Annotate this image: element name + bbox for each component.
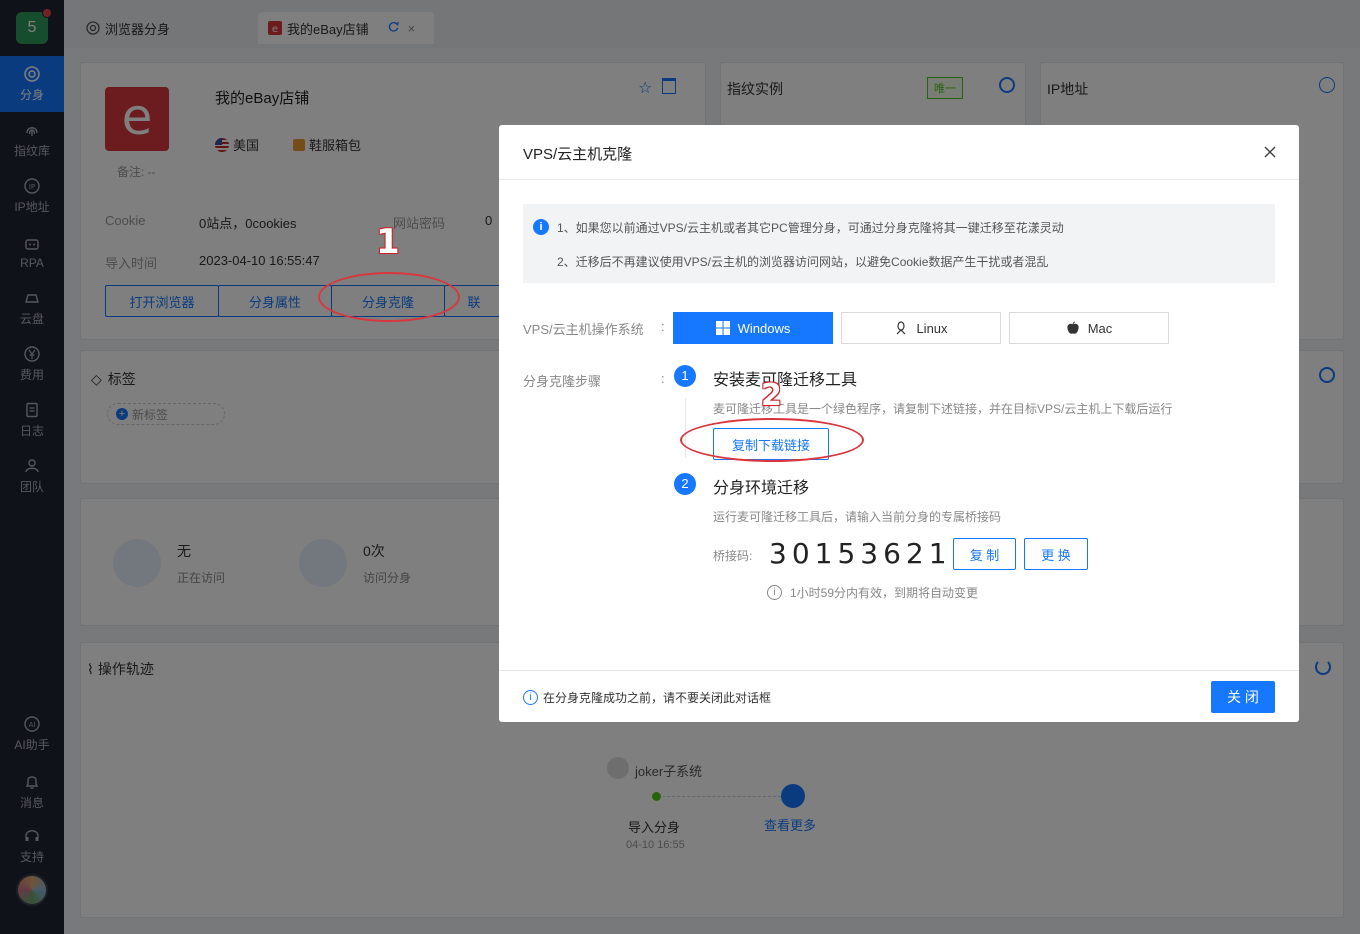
validity-note: i 1小时59分内有效，到期将自动变更 (767, 584, 978, 601)
vps-clone-dialog: VPS/云主机克隆 i 1、如果您以前通过VPS/云主机或者其它PC管理分身，可… (499, 125, 1299, 722)
info-box: i 1、如果您以前通过VPS/云主机或者其它PC管理分身，可通过分身克隆将其一键… (523, 204, 1275, 283)
step-2-desc: 运行麦可隆迁移工具后，请输入当前分身的专属桥接码 (713, 510, 1002, 524)
step-1-number: 1 (674, 365, 696, 387)
footer-note-text: 在分身克隆成功之前，请不要关闭此对话框 (543, 691, 772, 705)
apple-icon (1067, 321, 1079, 334)
dialog-title: VPS/云主机克隆 (523, 146, 633, 163)
annotation-ring-2 (680, 418, 864, 462)
step-line (685, 398, 686, 458)
change-bridge-code-button[interactable]: 更 换 (1024, 538, 1088, 570)
info-icon: i (533, 219, 549, 235)
button-label: 关 闭 (1227, 689, 1259, 705)
os-label-text: Mac (1087, 320, 1113, 336)
info-line-2: 2、迁移后不再建议使用VPS/云主机的浏览器访问网站，以避免Cookie数据产生… (557, 255, 1049, 269)
os-label-text: Windows (737, 320, 791, 336)
annotation-number-2: 2 (761, 378, 782, 413)
button-label: 复 制 (969, 547, 1000, 563)
copy-bridge-code-button[interactable]: 复 制 (953, 538, 1016, 570)
bridge-code-value: 30153621 (769, 537, 952, 570)
windows-icon (715, 321, 730, 335)
os-colon: : (661, 319, 665, 334)
step-2-number: 2 (674, 473, 696, 495)
dialog-footer: i 在分身克隆成功之前，请不要关闭此对话框 关 闭 (499, 670, 1299, 722)
dialog-header: VPS/云主机克隆 (499, 125, 1299, 180)
validity-text: 1小时59分内有效，到期将自动变更 (790, 586, 979, 600)
steps-colon: : (661, 371, 665, 386)
steps-label: 分身克隆步骤 (523, 374, 602, 389)
os-label: VPS/云主机操作系统 (523, 322, 644, 337)
button-label: 更 换 (1041, 547, 1071, 563)
os-mac-button[interactable]: Mac (1009, 312, 1169, 344)
linux-icon (897, 321, 906, 335)
os-label-text: Linux (916, 320, 948, 336)
step-2-title: 分身环境迁移 (713, 480, 810, 497)
os-windows-button[interactable]: Windows (673, 312, 833, 344)
close-icon[interactable] (1261, 143, 1279, 161)
info-line-1: 1、如果您以前通过VPS/云主机或者其它PC管理分身，可通过分身克隆将其一键迁移… (557, 221, 1064, 235)
info-circle-icon: i (767, 585, 782, 600)
annotation-number-1: 1 (376, 222, 400, 262)
close-dialog-button[interactable]: 关 闭 (1211, 681, 1275, 713)
bridge-code-label: 桥接码: (713, 549, 753, 563)
step-1-title: 安装麦可隆迁移工具 (713, 372, 858, 389)
os-linux-button[interactable]: Linux (841, 312, 1001, 344)
annotation-ring-1 (318, 272, 460, 322)
footer-note: i 在分身克隆成功之前，请不要关闭此对话框 (523, 689, 771, 706)
info-circle-icon: i (523, 690, 538, 705)
